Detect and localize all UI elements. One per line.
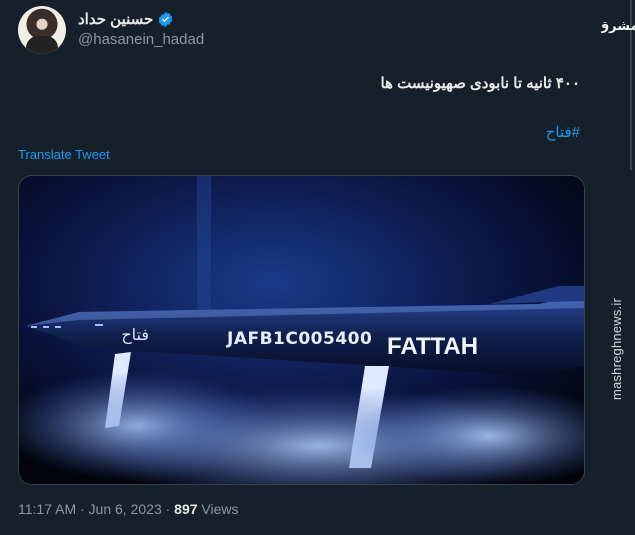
views-count: 897: [174, 501, 198, 517]
translate-tweet-link[interactable]: Translate Tweet: [18, 147, 110, 162]
logo-text: مشرق: [601, 19, 635, 34]
views-label: Views: [197, 501, 239, 517]
author-name-row: حسنین حداد: [78, 10, 174, 28]
verified-badge-icon: [159, 11, 173, 27]
handle[interactable]: @hasanein_hadad: [78, 31, 204, 48]
missile-image: فتاح JAFB1C005400 FATTAH: [19, 176, 584, 484]
display-name[interactable]: حسنین حداد: [78, 10, 153, 28]
watermark-site: mashreghnews.ir: [609, 298, 624, 400]
mashregh-logo-icon: مشرق: [601, 19, 635, 34]
missile-serial-text: JAFB1C005400: [226, 329, 372, 349]
tweet-card: حسنین حداد @hasanein_hadad ۴۰۰ ثانیه تا …: [0, 0, 600, 535]
tweet-media-image[interactable]: فتاح JAFB1C005400 FATTAH: [18, 175, 585, 485]
avatar[interactable]: [18, 6, 66, 54]
missile-name-text: FATTAH: [387, 333, 478, 360]
tweet-text: ۴۰۰ ثانیه تا نابودی صهیونیست ها: [380, 75, 580, 92]
tweet-meta: 11:17 AM · Jun 6, 2023 · 897 Views: [18, 501, 239, 517]
hashtag-link[interactable]: #فتاح: [546, 123, 580, 141]
missile-inscription-persian: فتاح: [121, 325, 149, 345]
timestamp[interactable]: 11:17 AM · Jun 6, 2023 ·: [18, 501, 174, 517]
